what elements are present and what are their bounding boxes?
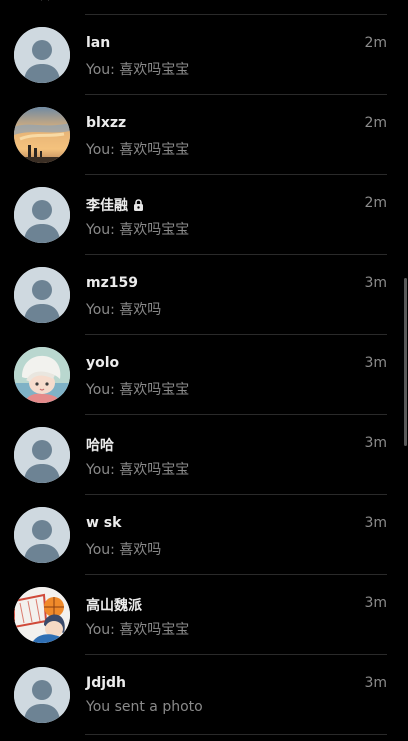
conversation-preview: You: 喜欢吗 xyxy=(86,302,162,318)
conversation-row-jdjdh[interactable]: Jdjdh 3m You sent a photo xyxy=(0,655,408,735)
default-avatar-icon[interactable] xyxy=(14,267,70,323)
conversation-name: w sk xyxy=(86,515,122,531)
conversation-time: 2m xyxy=(364,115,387,131)
conversation-row-gaoshan[interactable]: 高山魏派 3m You: 喜欢吗宝宝 xyxy=(0,575,408,655)
conversation-name: yolo xyxy=(86,355,120,371)
conversation-time: 3m xyxy=(364,595,387,611)
default-avatar-icon[interactable] xyxy=(14,667,70,723)
default-avatar-icon[interactable] xyxy=(14,27,70,83)
conversation-preview: You: 喜欢吗宝宝 xyxy=(86,382,190,398)
conversation-time: 3m xyxy=(364,435,387,451)
conversation-time: 3m xyxy=(364,515,387,531)
conversation-preview: You: 喜欢吗宝宝 xyxy=(86,142,190,158)
conversation-preview: You: 喜欢吗宝宝 xyxy=(86,62,190,78)
scrollbar-thumb[interactable] xyxy=(404,278,407,446)
conversation-name: 李佳融 xyxy=(86,195,144,215)
conversation-time: 2m xyxy=(364,195,387,211)
conversation-name: blxzz xyxy=(86,115,127,131)
conversation-name: Jdjdh xyxy=(86,675,127,691)
conversation-row-blxzz[interactable]: blxzz 2m You: 喜欢吗宝宝 xyxy=(0,95,408,175)
lock-icon xyxy=(134,199,143,211)
conversation-preview: You: 喜欢吗宝宝 xyxy=(86,462,190,478)
conversation-row-haha[interactable]: 哈哈 3m You: 喜欢吗宝宝 xyxy=(0,415,408,495)
conversation-time: 3m xyxy=(364,355,387,371)
conversation-time: 2m xyxy=(364,35,387,51)
conversation-name: mz159 xyxy=(86,275,138,291)
default-avatar-icon[interactable] xyxy=(14,187,70,243)
conversation-name: 高山魏派 xyxy=(86,598,142,614)
conversation-name: 哈哈 xyxy=(86,438,114,454)
divider xyxy=(85,734,387,735)
conversation-row-w-sk[interactable]: w sk 3m You: 喜欢吗 xyxy=(0,495,408,575)
anime-character-avatar[interactable] xyxy=(14,347,70,403)
scrollbar[interactable] xyxy=(402,0,408,741)
conversation-row-mz159[interactable]: mz159 3m You: 喜欢吗 xyxy=(0,255,408,335)
basketball-anime-avatar[interactable] xyxy=(14,587,70,643)
conversation-time: 3m xyxy=(364,275,387,291)
conversation-preview: You: 喜欢吗宝宝 xyxy=(86,622,190,638)
default-avatar-icon[interactable] xyxy=(14,427,70,483)
default-avatar-icon[interactable] xyxy=(14,507,70,563)
conversation-row-yolo[interactable]: yolo 3m You: 喜欢吗宝宝 xyxy=(0,335,408,415)
chevron-up-icon xyxy=(41,0,49,1)
conversation-preview: You: 喜欢吗宝宝 xyxy=(86,222,190,238)
sunset-photo-avatar[interactable] xyxy=(14,107,70,163)
conversation-preview: You sent a photo xyxy=(86,699,203,715)
conversation-row-lan[interactable]: lan 2m You: 喜欢吗宝宝 xyxy=(0,15,408,95)
conversation-time: 3m xyxy=(364,675,387,691)
conversation-list: lan 2m You: 喜欢吗宝宝 blxzz 2m You: 喜欢吗宝宝 李佳… xyxy=(0,15,408,735)
conversation-row-li-jia-rong[interactable]: 李佳融 2m You: 喜欢吗宝宝 xyxy=(0,175,408,255)
conversation-name-text: 李佳融 xyxy=(86,198,128,214)
conversation-preview: You: 喜欢吗 xyxy=(86,542,162,558)
conversation-name: lan xyxy=(86,35,111,51)
